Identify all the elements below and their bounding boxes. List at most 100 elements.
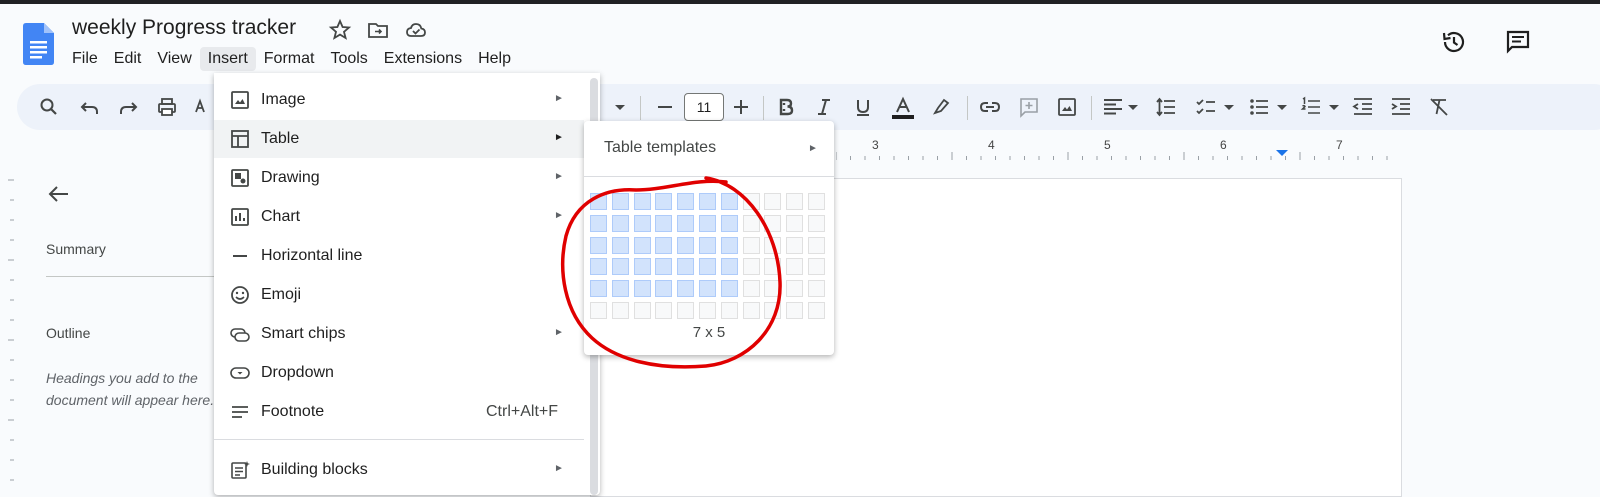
- print-icon[interactable]: [156, 96, 178, 118]
- menu-item-dropdown[interactable]: Dropdown: [214, 354, 584, 392]
- table-templates-item[interactable]: Table templates: [604, 139, 716, 157]
- menu-item-horizontal-line[interactable]: Horizontal line: [214, 237, 584, 275]
- checklist-dropdown-chevron-icon[interactable]: [1222, 96, 1236, 118]
- table-grid-cell[interactable]: [655, 280, 673, 298]
- search-menus-icon[interactable]: [38, 96, 60, 118]
- menu-format[interactable]: Format: [256, 47, 323, 71]
- menu-item-image[interactable]: Image ►: [214, 81, 584, 119]
- table-grid-cell[interactable]: [611, 302, 629, 319]
- table-grid-cell[interactable]: [633, 258, 651, 276]
- table-grid-cell[interactable]: [764, 236, 782, 254]
- bulleted-list-icon[interactable]: [1248, 96, 1270, 118]
- text-color-icon[interactable]: [890, 96, 916, 122]
- line-spacing-icon[interactable]: [1155, 96, 1177, 118]
- table-grid-cell[interactable]: [764, 302, 782, 319]
- table-grid-cell[interactable]: [720, 258, 738, 276]
- table-grid-cell[interactable]: [720, 193, 738, 210]
- numbered-list-icon[interactable]: [1300, 96, 1322, 118]
- table-grid-cell[interactable]: [590, 236, 607, 254]
- italic-icon[interactable]: [813, 96, 835, 118]
- table-grid-cell[interactable]: [611, 258, 629, 276]
- increase-indent-icon[interactable]: [1390, 96, 1412, 118]
- numbered-dropdown-chevron-icon[interactable]: [1327, 96, 1341, 118]
- bold-icon[interactable]: [775, 96, 797, 118]
- clear-formatting-icon[interactable]: [1428, 96, 1450, 118]
- insert-link-icon[interactable]: [979, 96, 1001, 118]
- menu-extensions[interactable]: Extensions: [376, 47, 470, 71]
- bullet-dropdown-chevron-icon[interactable]: [1275, 96, 1289, 118]
- table-grid-cell[interactable]: [808, 193, 825, 210]
- table-grid-cell[interactable]: [808, 258, 825, 276]
- menu-item-footnote[interactable]: Footnote Ctrl+Alt+F: [214, 393, 584, 431]
- table-grid-cell[interactable]: [699, 302, 716, 319]
- table-grid-cell[interactable]: [655, 302, 673, 319]
- spelling-icon[interactable]: [194, 96, 210, 118]
- comments-icon[interactable]: [1504, 28, 1532, 56]
- table-grid-cell[interactable]: [699, 280, 716, 298]
- add-comment-icon[interactable]: [1018, 96, 1040, 118]
- table-grid-cell[interactable]: [742, 214, 760, 232]
- table-grid-cell[interactable]: [699, 258, 716, 276]
- table-grid-cell[interactable]: [677, 258, 695, 276]
- table-grid-cell[interactable]: [590, 280, 607, 298]
- move-to-folder-icon[interactable]: [366, 18, 390, 42]
- menu-item-building-blocks[interactable]: Building blocks ►: [214, 451, 584, 489]
- menu-item-table[interactable]: Table ►: [214, 120, 584, 158]
- table-grid-cell[interactable]: [786, 236, 804, 254]
- table-grid-cell[interactable]: [742, 302, 760, 319]
- table-grid-cell[interactable]: [786, 214, 804, 232]
- table-grid-cell[interactable]: [611, 214, 629, 232]
- table-grid-cell[interactable]: [590, 302, 607, 319]
- table-grid-cell[interactable]: [633, 236, 651, 254]
- table-grid-cell[interactable]: [633, 302, 651, 319]
- table-grid-cell[interactable]: [808, 302, 825, 319]
- align-dropdown-chevron-icon[interactable]: [1126, 96, 1140, 118]
- table-grid-cell[interactable]: [655, 193, 673, 210]
- table-grid-cell[interactable]: [808, 280, 825, 298]
- menu-insert[interactable]: Insert: [199, 47, 256, 71]
- table-grid-cell[interactable]: [699, 193, 716, 210]
- menu-edit[interactable]: Edit: [106, 47, 150, 71]
- menu-help[interactable]: Help: [470, 47, 519, 71]
- table-grid-cell[interactable]: [677, 193, 695, 210]
- star-icon[interactable]: [328, 18, 352, 42]
- menu-item-emoji[interactable]: Emoji: [214, 276, 584, 314]
- highlight-color-icon[interactable]: [930, 96, 952, 118]
- table-grid-cell[interactable]: [677, 302, 695, 319]
- table-grid-cell[interactable]: [611, 280, 629, 298]
- align-left-icon[interactable]: [1102, 96, 1124, 118]
- increase-font-size-icon[interactable]: [730, 96, 752, 118]
- table-grid-cell[interactable]: [742, 236, 760, 254]
- table-grid-cell[interactable]: [808, 236, 825, 254]
- table-grid-cell[interactable]: [764, 258, 782, 276]
- font-dropdown-chevron-icon[interactable]: [613, 96, 627, 118]
- insert-image-icon[interactable]: [1056, 96, 1078, 118]
- table-grid-cell[interactable]: [633, 193, 651, 210]
- table-grid-cell[interactable]: [633, 280, 651, 298]
- table-grid-cell[interactable]: [699, 214, 716, 232]
- table-grid-cell[interactable]: [764, 193, 782, 210]
- table-grid-cell[interactable]: [655, 258, 673, 276]
- redo-icon[interactable]: [117, 96, 139, 118]
- menu-tools[interactable]: Tools: [322, 47, 375, 71]
- back-arrow-icon[interactable]: [46, 181, 72, 207]
- table-grid-cell[interactable]: [677, 214, 695, 232]
- underline-icon[interactable]: [852, 96, 874, 118]
- menu-file[interactable]: File: [64, 47, 106, 71]
- table-grid-cell[interactable]: [655, 236, 673, 254]
- table-grid-cell[interactable]: [633, 214, 651, 232]
- table-grid-cell[interactable]: [786, 280, 804, 298]
- table-grid-cell[interactable]: [764, 214, 782, 232]
- table-grid-cell[interactable]: [742, 258, 760, 276]
- table-grid-cell[interactable]: [677, 280, 695, 298]
- table-grid-cell[interactable]: [742, 280, 760, 298]
- table-grid-cell[interactable]: [611, 193, 629, 210]
- version-history-icon[interactable]: [1440, 28, 1468, 56]
- table-grid-cell[interactable]: [677, 236, 695, 254]
- table-grid-cell[interactable]: [720, 236, 738, 254]
- undo-icon[interactable]: [79, 96, 101, 118]
- right-indent-marker-icon[interactable]: [1276, 150, 1288, 156]
- table-grid-cell[interactable]: [786, 258, 804, 276]
- decrease-indent-icon[interactable]: [1352, 96, 1374, 118]
- menu-view[interactable]: View: [149, 47, 199, 71]
